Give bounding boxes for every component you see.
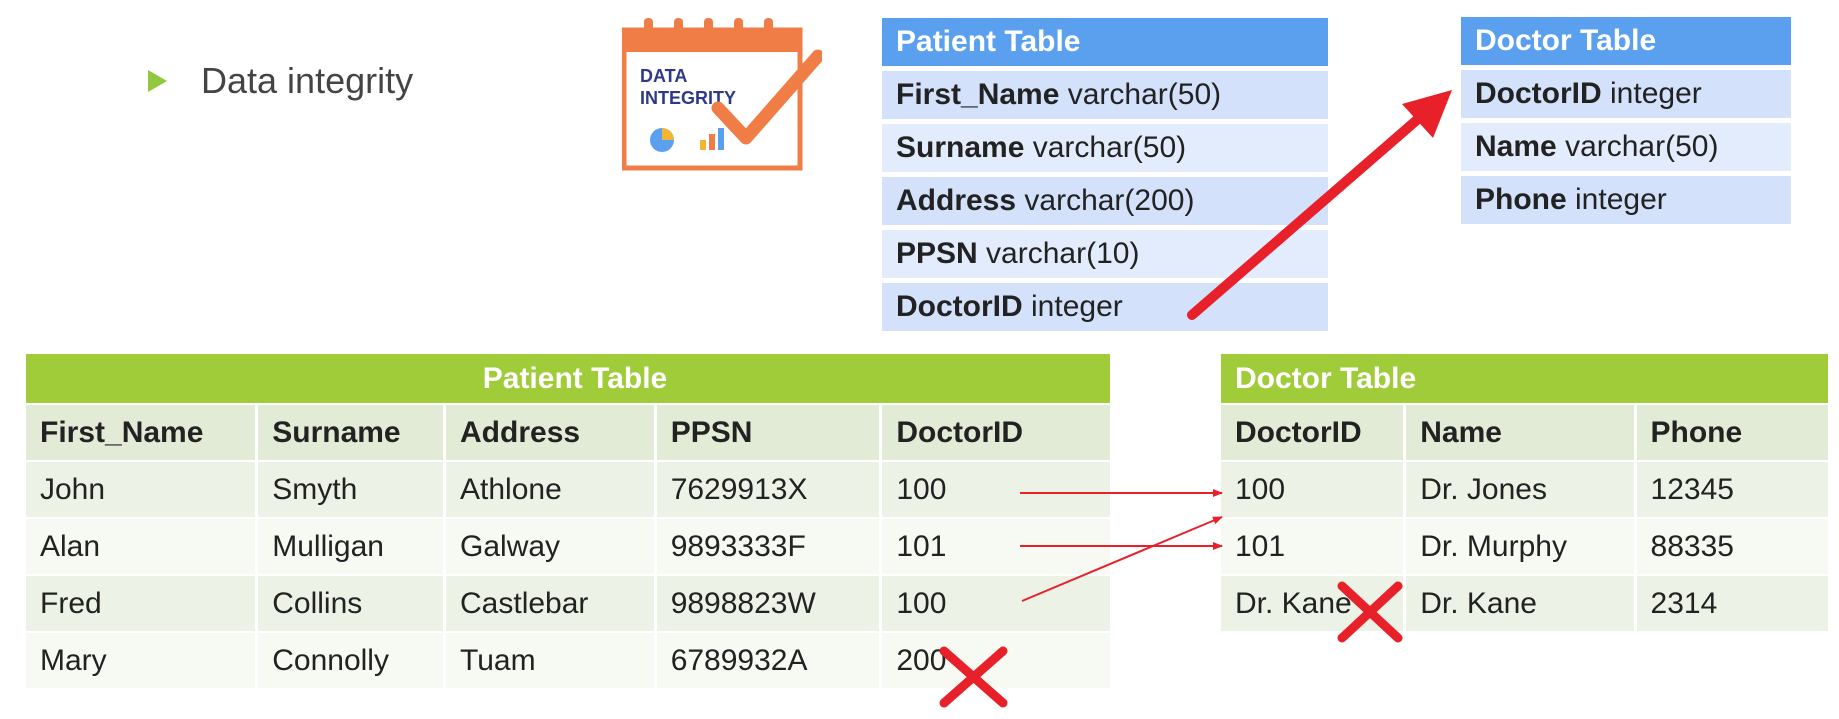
table-cell: John	[26, 461, 259, 519]
data-integrity-logo: DATA INTEGRITY	[622, 18, 822, 171]
schema-field-row: DoctorID integer	[882, 283, 1328, 331]
field-name: DoctorID	[896, 290, 1023, 323]
schema-field-row: Surname varchar(50)	[882, 124, 1328, 172]
field-type: integer	[1031, 290, 1123, 323]
field-name: First_Name	[896, 78, 1060, 111]
column-header: Surname	[256, 404, 447, 462]
table-cell: Tuam	[444, 632, 657, 690]
field-type: integer	[1610, 77, 1702, 110]
column-header: Phone	[1635, 404, 1832, 462]
bullet-triangle-icon	[148, 70, 167, 92]
table-row: 101 Dr. Murphy 88335	[1221, 518, 1832, 576]
field-type: varchar(50)	[1067, 78, 1222, 111]
column-header: Address	[444, 404, 657, 462]
table-cell: 9893333F	[655, 518, 883, 576]
table-cell: Dr. Murphy	[1404, 518, 1637, 576]
field-name: Name	[1475, 130, 1557, 163]
schema-field-row: Address varchar(200)	[882, 177, 1328, 225]
patient-schema-table: Patient Table First_Name varchar(50) Sur…	[882, 18, 1328, 331]
field-type: integer	[1575, 183, 1667, 216]
bar-chart-icon	[700, 140, 706, 150]
table-cell: Castlebar	[444, 575, 657, 633]
field-type: varchar(50)	[1565, 130, 1719, 163]
table-cell: 6789932A	[655, 632, 883, 690]
table-row: 100 Dr. Jones 12345	[1221, 461, 1832, 519]
table-cell: Fred	[26, 575, 259, 633]
doctor-schema-table: Doctor Table DoctorID integer Name varch…	[1461, 17, 1791, 224]
column-header: DoctorID	[880, 404, 1113, 462]
table-cell: Dr. Kane	[1404, 575, 1637, 633]
table-cell: Connolly	[256, 632, 447, 690]
patient-schema-title: Patient Table	[882, 18, 1328, 66]
table-cell: 100	[1221, 461, 1407, 519]
logo-line1: DATA	[640, 66, 687, 86]
table-cell: Athlone	[444, 461, 657, 519]
patient-data-table: Patient Table First_Name Surname Address…	[26, 354, 1113, 690]
table-cell: 2314	[1635, 575, 1832, 633]
table-cell: 101	[880, 518, 1113, 576]
table-row: Dr. Kane Dr. Kane 2314	[1221, 575, 1832, 633]
bullet-text: Data integrity	[201, 60, 414, 101]
table-cell: 101	[1221, 518, 1407, 576]
field-name: Address	[896, 184, 1017, 217]
table-cell: Alan	[26, 518, 259, 576]
table-cell: Galway	[444, 518, 657, 576]
table-cell: 100	[880, 575, 1113, 633]
table-cell: Mulligan	[256, 518, 447, 576]
table-cell: 88335	[1635, 518, 1832, 576]
column-header: DoctorID	[1221, 404, 1407, 462]
column-header: Name	[1404, 404, 1637, 462]
column-header: PPSN	[655, 404, 883, 462]
table-cell: 12345	[1635, 461, 1832, 519]
table-row: Mary Connolly Tuam 6789932A 200	[26, 632, 1113, 690]
schema-field-row: First_Name varchar(50)	[882, 71, 1328, 119]
table-cell: 100	[880, 461, 1113, 519]
field-type: varchar(10)	[986, 237, 1140, 270]
table-cell: 7629913X	[655, 461, 883, 519]
field-name: Phone	[1475, 183, 1567, 216]
patient-table-title: Patient Table	[26, 354, 1113, 405]
table-cell: Mary	[26, 632, 259, 690]
doctor-table-title: Doctor Table	[1221, 354, 1831, 405]
table-cell: Smyth	[256, 461, 447, 519]
table-cell: Dr. Kane	[1221, 575, 1407, 633]
table-header-row: First_Name Surname Address PPSN DoctorID	[26, 404, 1113, 462]
schema-field-row: Phone integer	[1461, 176, 1791, 224]
bullet-item: Data integrity	[148, 60, 413, 102]
table-cell: Collins	[256, 575, 447, 633]
schema-field-row: PPSN varchar(10)	[882, 230, 1328, 278]
field-name: DoctorID	[1475, 77, 1602, 110]
table-row: Fred Collins Castlebar 9898823W 100	[26, 575, 1113, 633]
table-row: Alan Mulligan Galway 9893333F 101	[26, 518, 1113, 576]
table-cell: Dr. Jones	[1404, 461, 1637, 519]
table-header-row: DoctorID Name Phone	[1221, 404, 1832, 462]
schema-field-row: Name varchar(50)	[1461, 123, 1791, 171]
field-type: varchar(200)	[1024, 184, 1195, 217]
table-row: John Smyth Athlone 7629913X 100	[26, 461, 1113, 519]
field-name: Surname	[896, 131, 1025, 164]
schema-field-row: DoctorID integer	[1461, 70, 1791, 118]
column-header: First_Name	[26, 404, 259, 462]
field-type: varchar(50)	[1032, 131, 1187, 164]
doctor-data-table: Doctor Table DoctorID Name Phone 100 Dr.…	[1221, 354, 1832, 633]
doctor-schema-title: Doctor Table	[1461, 17, 1791, 65]
table-cell: 200	[880, 632, 1113, 690]
table-cell: 9898823W	[655, 575, 883, 633]
field-name: PPSN	[896, 237, 978, 270]
